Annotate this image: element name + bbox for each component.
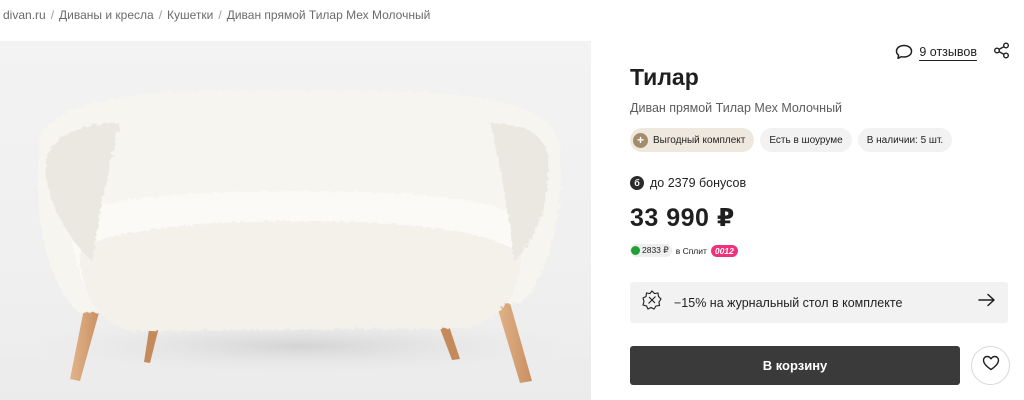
split-amount-pill: 2833 ₽ bbox=[630, 244, 672, 257]
reviews-label: 9 отзывов bbox=[919, 45, 977, 61]
share-icon[interactable] bbox=[993, 42, 1010, 64]
favorite-button[interactable] bbox=[971, 346, 1010, 385]
bonus-info: б до 2379 бонусов bbox=[630, 176, 746, 190]
heart-icon bbox=[982, 355, 1000, 376]
breadcrumb-couches[interactable]: Кушетки bbox=[167, 8, 213, 22]
breadcrumb-current: Диван прямой Тилар Мех Молочный bbox=[226, 8, 431, 22]
badge-label: Выгодный комплект bbox=[653, 134, 746, 146]
split-amount: 2833 ₽ bbox=[642, 245, 669, 255]
plus-icon: + bbox=[633, 132, 648, 148]
split-payment[interactable]: 2833 ₽ в Сплит 0012 bbox=[630, 244, 738, 257]
breadcrumb-separator: / bbox=[50, 8, 55, 22]
bonus-icon: б bbox=[630, 176, 644, 190]
badge-showroom[interactable]: Есть в шоуруме bbox=[760, 128, 852, 152]
badge-list: + Выгодный комплект Есть в шоуруме В нал… bbox=[630, 128, 953, 152]
product-price: 33 990 ₽ bbox=[630, 204, 735, 232]
product-title: Тилар bbox=[630, 64, 699, 90]
sber-icon bbox=[631, 246, 640, 255]
split-code-badge: 0012 bbox=[710, 244, 738, 257]
breadcrumb-sofas-armchairs[interactable]: Диваны и кресла bbox=[59, 8, 154, 22]
product-subtitle: Диван прямой Тилар Мех Молочный bbox=[630, 101, 843, 115]
arrow-right-icon bbox=[978, 293, 996, 312]
split-label: в Сплит bbox=[675, 245, 707, 256]
sofa-illustration bbox=[30, 90, 570, 383]
badge-in-stock[interactable]: В наличии: 5 шт. bbox=[857, 128, 953, 152]
product-toolbar: 9 отзывов bbox=[895, 42, 1010, 64]
breadcrumb-home[interactable]: divan.ru bbox=[3, 8, 46, 22]
comment-icon bbox=[895, 44, 913, 63]
breadcrumb-separator: / bbox=[218, 8, 222, 22]
reviews-link[interactable]: 9 отзывов bbox=[895, 44, 977, 63]
bonus-label: до 2379 бонусов bbox=[650, 176, 747, 190]
badge-bundle-deal[interactable]: + Выгодный комплект bbox=[630, 128, 755, 152]
promo-text: −15% на журнальный стол в комплекте bbox=[674, 295, 903, 310]
promo-banner[interactable]: −15% на журнальный стол в комплекте bbox=[630, 282, 1008, 323]
add-to-cart-button[interactable]: В корзину bbox=[630, 346, 960, 385]
product-image[interactable] bbox=[0, 41, 591, 400]
table-icon bbox=[642, 290, 662, 315]
breadcrumb: divan.ru / Диваны и кресла / Кушетки / Д… bbox=[3, 8, 430, 22]
breadcrumb-separator: / bbox=[158, 8, 163, 22]
